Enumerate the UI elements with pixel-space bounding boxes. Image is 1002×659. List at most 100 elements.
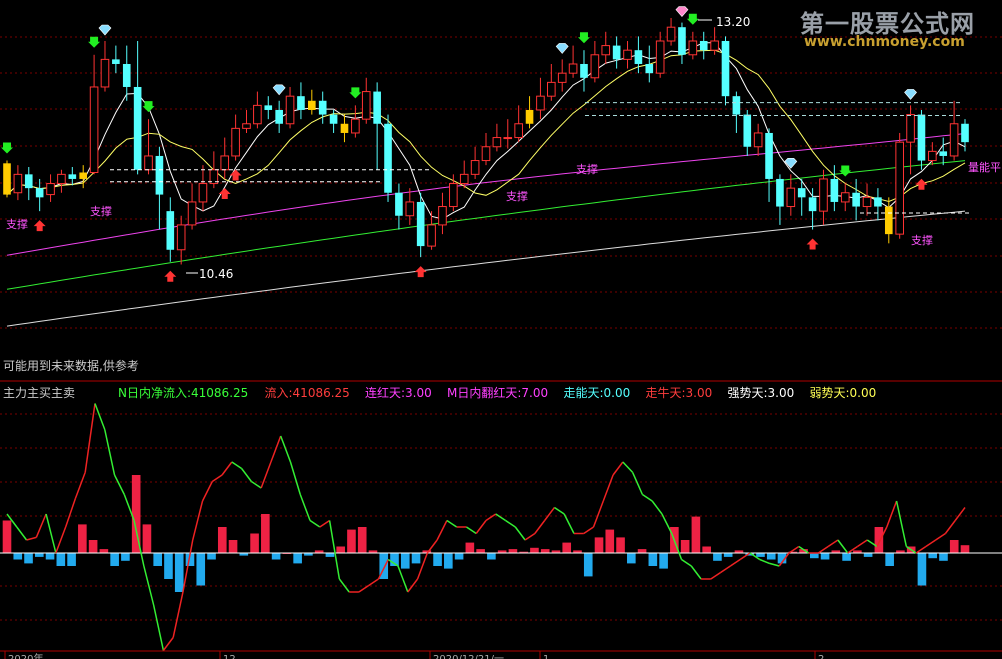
candle-body [874, 197, 882, 207]
flow-line-segment [827, 539, 839, 548]
buy-arrow-icon [88, 36, 101, 48]
flow-line-segment [319, 519, 331, 528]
flow-line-segment [602, 474, 614, 502]
flow-bar [347, 529, 356, 553]
flow-line-segment [192, 500, 204, 541]
candle-body [373, 91, 381, 124]
flow-line-segment [915, 545, 927, 554]
flow-bar [121, 553, 130, 561]
flow-line-segment [485, 513, 497, 522]
flow-bar [336, 546, 345, 553]
flow-bar [917, 553, 927, 586]
flow-bar [444, 553, 453, 569]
flow-bar [648, 553, 658, 566]
flow-bar [540, 549, 550, 553]
flow-bar [325, 553, 335, 557]
sell-arrow-icon [164, 270, 177, 282]
candle-body [590, 54, 600, 79]
flow-line-segment [201, 481, 213, 502]
candle-body [961, 123, 969, 143]
buy-arrow-icon [349, 87, 362, 99]
candle-body [797, 188, 806, 198]
flow-bar [487, 553, 496, 560]
candle-body [819, 178, 828, 212]
flow-bar [874, 527, 884, 553]
readout-2: 连红天:3.00 [365, 385, 432, 400]
sell-arrow-icon [915, 178, 928, 190]
support-label: 支撑 [576, 162, 598, 176]
flow-bar [616, 537, 625, 553]
flow-line-segment [495, 513, 506, 522]
candle-body [220, 155, 230, 171]
flow-line-segment [270, 435, 282, 463]
flow-bar [164, 553, 173, 579]
flow-bar [756, 553, 765, 557]
diamond-icon [555, 43, 569, 54]
candle-body [688, 40, 698, 56]
flow-bar [24, 553, 33, 564]
flow-bar [110, 553, 119, 566]
flow-bar [78, 524, 87, 553]
flow-bar [842, 553, 851, 561]
flow-line-segment [769, 562, 780, 567]
candle-body [176, 224, 186, 251]
flow-line-segment [466, 526, 477, 535]
flow-line-segment [817, 545, 829, 554]
candle-body [46, 183, 55, 196]
flow-line-segment [954, 507, 966, 521]
flow-line-segment [690, 565, 702, 580]
candle-body [275, 109, 283, 124]
candle-body [939, 151, 948, 156]
candle-body [297, 96, 305, 110]
flow-line-segment [475, 520, 487, 534]
flow-line-segment [64, 498, 77, 528]
flow-line-segment [162, 637, 174, 651]
ma-long-white [6, 210, 966, 327]
flow-bar [34, 553, 44, 557]
flow-bar [659, 553, 668, 569]
candle-body [852, 192, 860, 207]
flow-line-segment [583, 526, 594, 535]
energy-level-label: 量能平 [968, 160, 1001, 174]
flow-bar [605, 529, 615, 553]
flow-line-segment [211, 474, 223, 483]
candle-body [112, 59, 120, 64]
candle-body [68, 174, 77, 179]
readout-5: 走牛天:3.00 [646, 385, 713, 400]
candle-body [678, 27, 686, 55]
candle-body [285, 95, 295, 125]
buy-arrow-icon [686, 13, 699, 25]
candle-body [514, 123, 523, 139]
flow-line-segment [935, 532, 946, 541]
flow-line-segment [524, 532, 536, 541]
flow-line-segment [299, 494, 311, 521]
flow-line-segment [113, 474, 125, 495]
candle-body [612, 45, 621, 60]
support-label: 支撑 [911, 233, 933, 247]
price-panel: 支撑支撑支撑支撑支撑量能平13.2010.46 [0, 6, 1002, 382]
support-label: 支撑 [6, 217, 28, 231]
indicator-panel [0, 403, 1002, 652]
flow-bar [207, 553, 216, 560]
flow-bar [56, 553, 66, 566]
candle-body [361, 91, 371, 120]
candle-body [895, 141, 904, 235]
buy-arrow-icon [839, 165, 852, 177]
candle-body [340, 123, 349, 133]
flow-bar [357, 527, 367, 553]
flow-line-segment [857, 539, 868, 548]
high-price-label: 13.20 [716, 15, 750, 29]
candle-body [840, 192, 850, 203]
flow-line-segment [104, 429, 116, 476]
flow-bar [713, 553, 722, 561]
candle-body [906, 114, 915, 143]
flow-line-segment [631, 472, 644, 495]
candle-body [470, 160, 480, 175]
flow-bar [454, 553, 464, 560]
watermark-url: www.chnmoney.com [804, 34, 965, 50]
flow-bar [949, 540, 959, 553]
flow-line-segment [544, 507, 556, 521]
sell-arrow-icon [218, 187, 231, 199]
flow-bar [508, 549, 518, 553]
candle-body [100, 58, 110, 88]
